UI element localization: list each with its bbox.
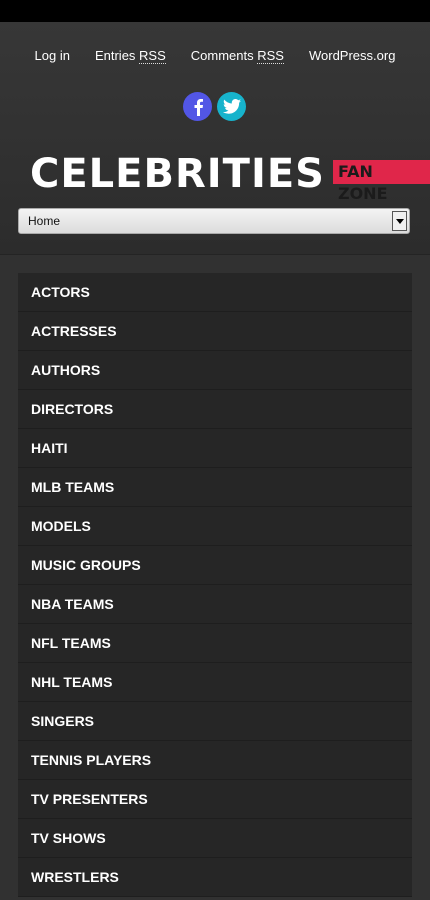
- twitter-icon[interactable]: [217, 92, 246, 121]
- entries-rss-link[interactable]: Entries RSS: [94, 48, 166, 64]
- list-item[interactable]: NHL TEAMS: [18, 663, 412, 702]
- social-links: [183, 92, 246, 121]
- list-item[interactable]: NFL TEAMS: [18, 624, 412, 663]
- list-item[interactable]: MLB TEAMS: [18, 468, 412, 507]
- facebook-glyph: [194, 98, 203, 116]
- entries-rss-prefix: Entries: [94, 48, 140, 63]
- list-item[interactable]: MUSIC GROUPS: [18, 546, 412, 585]
- list-item[interactable]: HAITI: [18, 429, 412, 468]
- facebook-icon[interactable]: [183, 92, 212, 121]
- chevron-down-icon[interactable]: [392, 211, 407, 231]
- login-link[interactable]: Log in: [35, 48, 70, 63]
- list-item[interactable]: WRESTLERS: [18, 858, 412, 897]
- entries-rss-abbr: RSS: [139, 48, 166, 64]
- meta-links: Log in Entries RSS Comments RSS WordPres…: [0, 48, 430, 64]
- site-header: Log in Entries RSS Comments RSS WordPres…: [0, 22, 430, 255]
- top-bar: [0, 0, 430, 22]
- nav-select-value: Home: [28, 214, 61, 228]
- list-item[interactable]: AUTHORS: [18, 351, 412, 390]
- list-item[interactable]: NBA TEAMS: [18, 585, 412, 624]
- list-item[interactable]: DIRECTORS: [18, 390, 412, 429]
- list-item[interactable]: TV PRESENTERS: [18, 780, 412, 819]
- site-logo[interactable]: CELEBRITIES FAN ZONE: [30, 151, 430, 203]
- list-item[interactable]: MODELS: [18, 507, 412, 546]
- logo-badge: FAN ZONE: [332, 160, 430, 203]
- list-item[interactable]: ACTORS: [18, 273, 412, 312]
- list-item[interactable]: ACTRESSES: [18, 312, 412, 351]
- logo-title: CELEBRITIES: [30, 151, 325, 197]
- list-item[interactable]: TV SHOWS: [18, 819, 412, 858]
- comments-rss-prefix: Comments: [190, 48, 258, 63]
- list-item[interactable]: TENNIS PLAYERS: [18, 741, 412, 780]
- comments-rss-link[interactable]: Comments RSS: [190, 48, 284, 64]
- comments-rss-abbr: RSS: [257, 48, 284, 64]
- list-item[interactable]: SINGERS: [18, 702, 412, 741]
- nav-select[interactable]: Home: [18, 208, 410, 234]
- twitter-glyph: [222, 99, 241, 114]
- wordpress-link[interactable]: WordPress.org: [309, 48, 395, 63]
- category-list: ACTORS ACTRESSES AUTHORS DIRECTORS HAITI…: [18, 273, 412, 897]
